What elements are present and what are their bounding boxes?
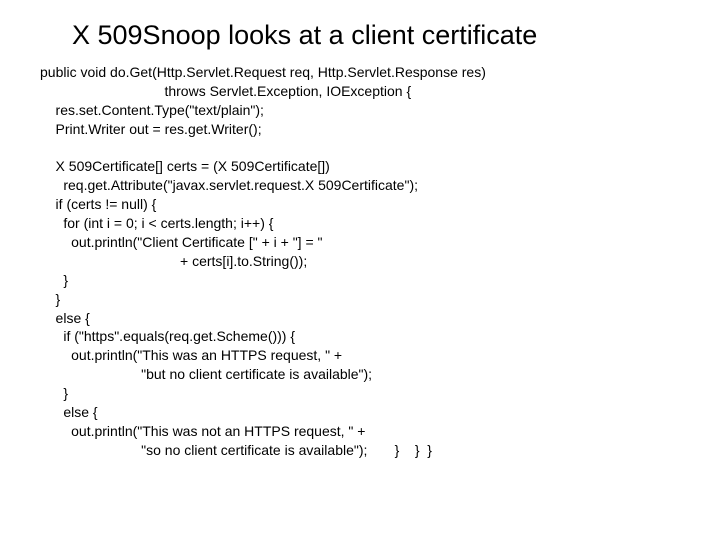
slide-title: X 509Snoop looks at a client certificate bbox=[72, 20, 680, 51]
slide-container: X 509Snoop looks at a client certificate… bbox=[0, 0, 720, 480]
code-block: public void do.Get(Http.Servlet.Request … bbox=[40, 63, 680, 460]
